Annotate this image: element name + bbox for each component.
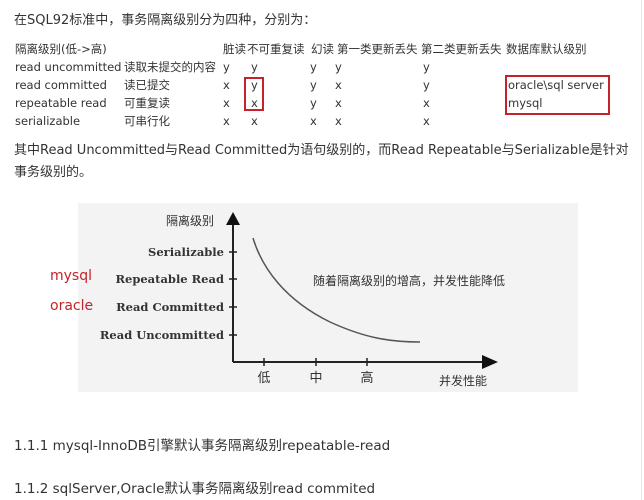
y-axis-label: 隔离级别 bbox=[166, 213, 214, 228]
x-tick-label: 高 bbox=[360, 370, 373, 386]
isolation-concurrency-chart: 隔离级别 并发性能 Read Uncommitted Read Committed… bbox=[100, 212, 505, 388]
mysql-side-label: mysql bbox=[50, 268, 92, 284]
y-tick-label: Repeatable Read bbox=[115, 272, 224, 286]
y-tick-label: Read Uncommitted bbox=[100, 328, 224, 342]
y-tick-label: Serializable bbox=[148, 245, 224, 259]
x-axis-label: 并发性能 bbox=[439, 373, 487, 388]
x-tick-label: 低 bbox=[257, 371, 270, 386]
y-tick-label: Read Committed bbox=[116, 300, 224, 314]
chart-annotation: 随着隔离级别的增高，并发性能降低 bbox=[313, 273, 505, 288]
section-heading-1-1-2: 1.1.2 sqlServer,Oracle默认事务隔离级别read commi… bbox=[14, 481, 376, 497]
y-axis-arrow bbox=[226, 212, 240, 225]
oracle-side-label: oracle bbox=[50, 298, 94, 314]
isolation-curve bbox=[252, 237, 421, 343]
section-heading-1-1-1: 1.1.1 mysql-InnoDB引擎默认事务隔离级别repeatable-r… bbox=[14, 438, 391, 454]
x-axis-arrow bbox=[482, 355, 498, 369]
x-tick-label: 中 bbox=[309, 371, 322, 386]
